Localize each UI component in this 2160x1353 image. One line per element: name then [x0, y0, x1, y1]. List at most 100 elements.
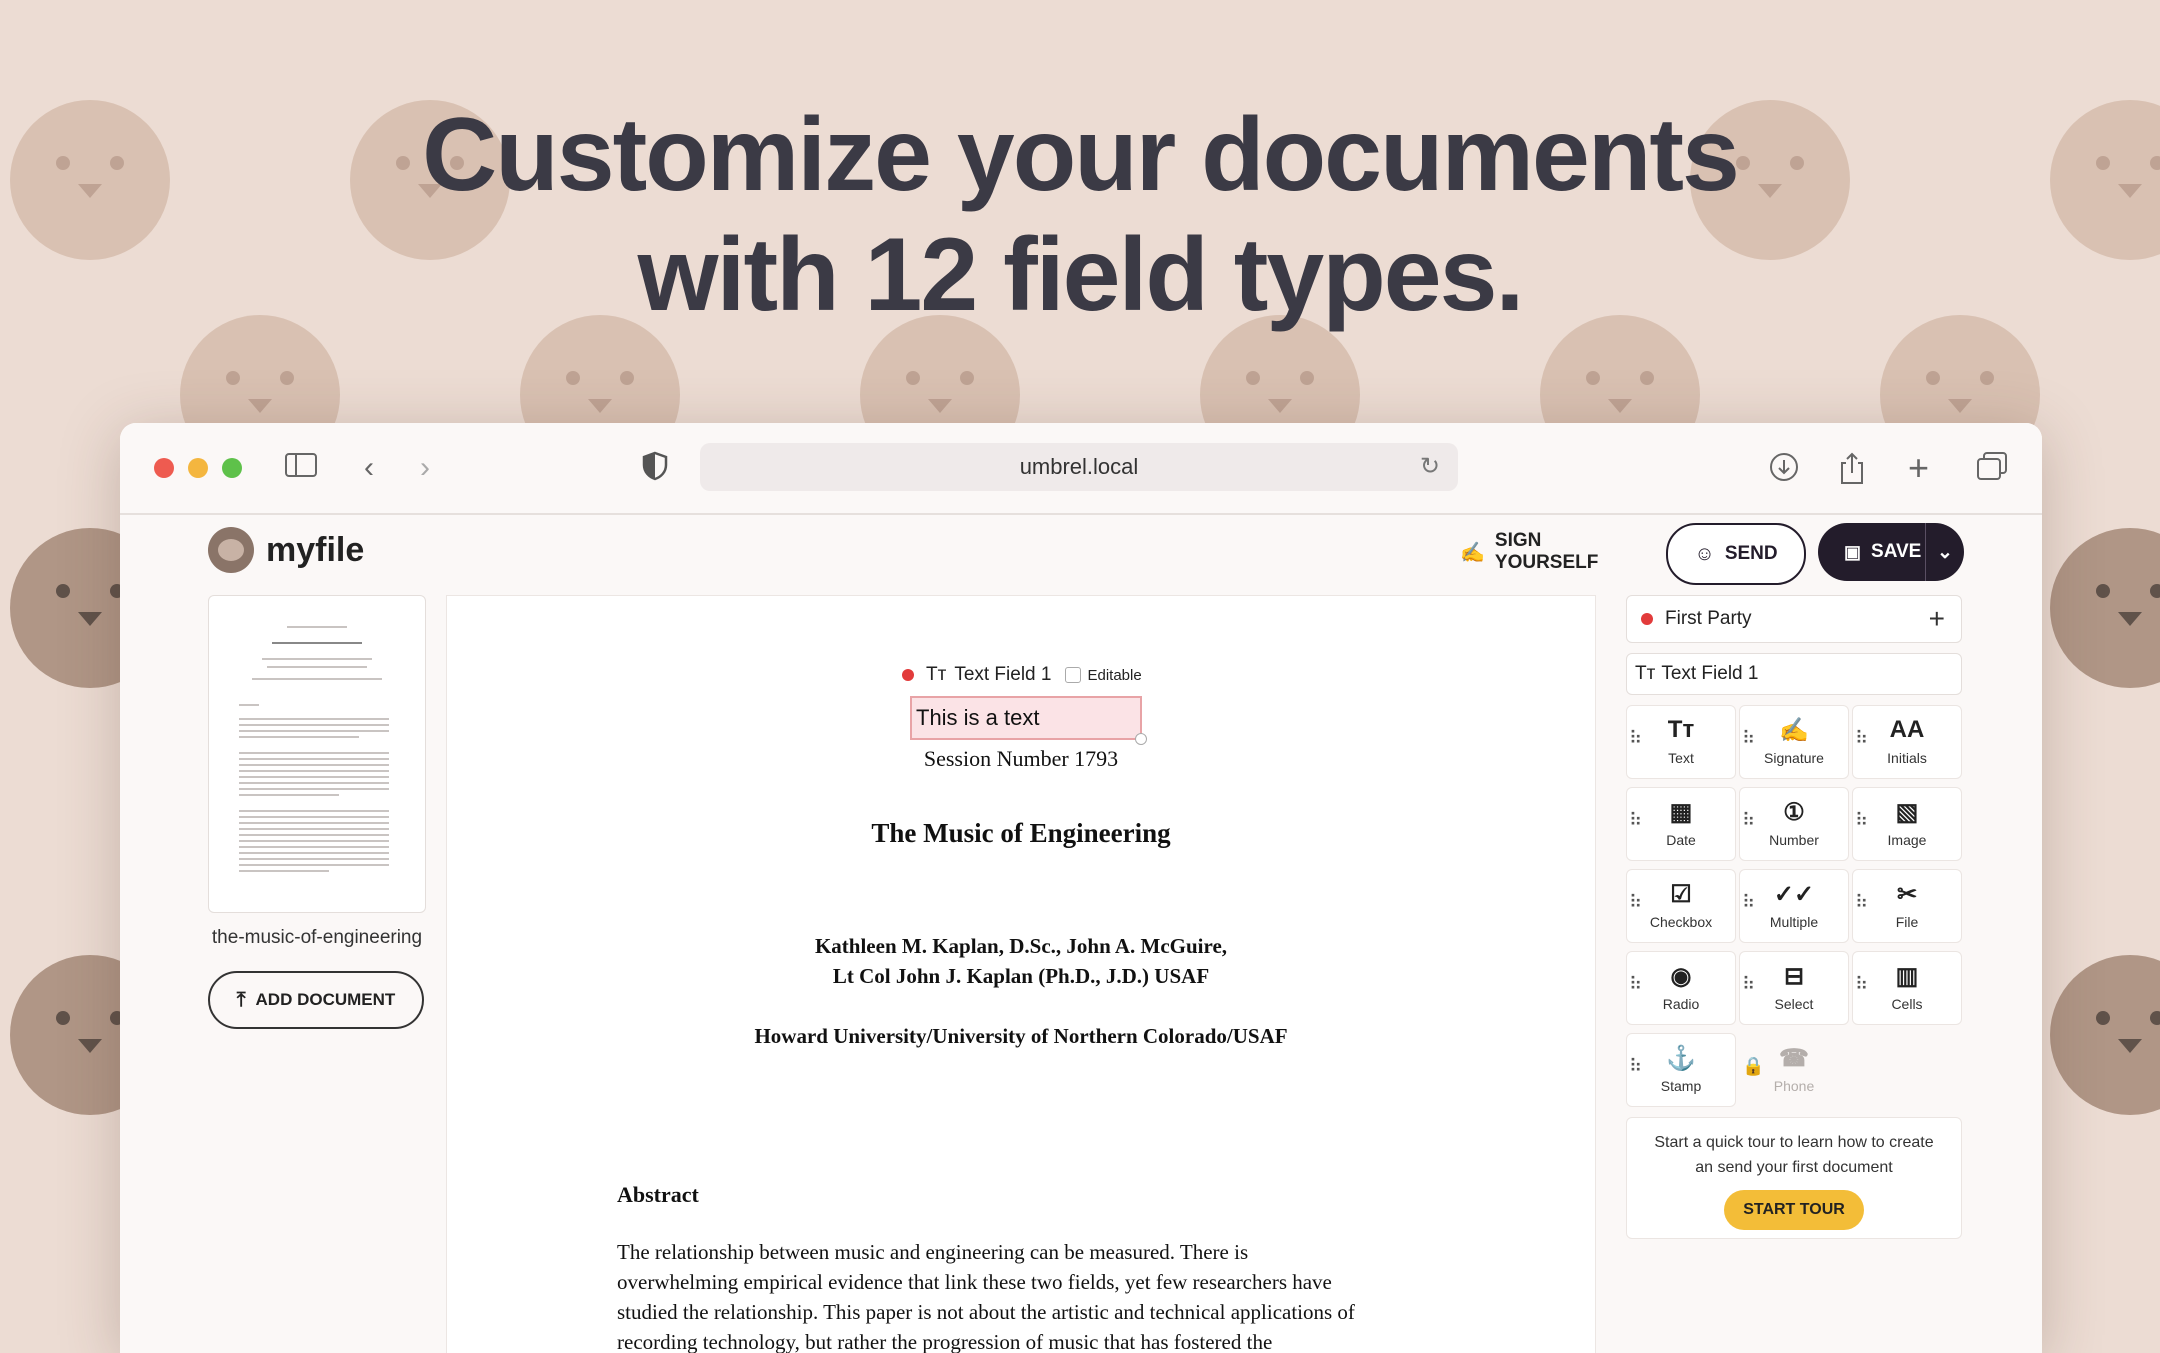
close-window-button[interactable]	[154, 458, 174, 478]
reload-icon[interactable]: ↻	[1420, 443, 1440, 491]
field-image[interactable]: ⠷ ▧ Image	[1852, 787, 1962, 861]
field-initials[interactable]: ⠷ AA Initials	[1852, 705, 1962, 779]
field-select[interactable]: ⠷ ⊟ Select	[1739, 951, 1849, 1025]
fields-sidebar: First Party + Tᴛ Text Field 1 ⠷ Tᴛ Text ⠷ ✍…	[1626, 595, 1962, 1239]
document-canvas[interactable]: Tᴛ Text Field 1 Editable This is a text …	[446, 595, 1596, 1353]
drag-handle-icon[interactable]: ⠷	[1855, 974, 1868, 995]
field-phone: 🔒 ☎ Phone	[1739, 1033, 1849, 1107]
sign-yourself-button[interactable]: ✍ SIGN YOURSELF	[1460, 523, 1640, 581]
tabs-icon[interactable]	[1976, 451, 2008, 489]
drag-handle-icon[interactable]: ⠷	[1742, 728, 1755, 749]
field-types-grid: ⠷ Tᴛ Text ⠷ ✍ Signature ⠷ AA Initials ⠷ ▦ Date ⠷…	[1626, 705, 1962, 1107]
field-file[interactable]: ⠷ ✂ File	[1852, 869, 1962, 943]
drag-handle-icon[interactable]: ⠷	[1629, 1056, 1642, 1077]
stamp-icon: ⚓	[1666, 1045, 1696, 1072]
current-field-name: Text Field 1	[1661, 663, 1759, 684]
editable-checkbox[interactable]	[1065, 667, 1082, 683]
drag-handle-icon[interactable]: ⠷	[1742, 892, 1755, 913]
field-date[interactable]: ⠷ ▦ Date	[1626, 787, 1736, 861]
abstract-line: The relationship between music and engin…	[617, 1240, 1249, 1264]
paperclip-icon: ✂	[1896, 881, 1918, 908]
field-cells[interactable]: ⠷ ▥ Cells	[1852, 951, 1962, 1025]
affiliation: Howard University/University of Northern…	[754, 1024, 1288, 1048]
radio-icon: ◉	[1670, 963, 1692, 990]
checkbox-icon: ☑	[1670, 881, 1692, 908]
add-party-icon[interactable]: +	[1929, 603, 1945, 635]
abstract-line: studied the relationship. This paper is …	[617, 1300, 1355, 1324]
document-thumbnail[interactable]	[208, 595, 426, 913]
drag-handle-icon[interactable]: ⠷	[1629, 810, 1642, 831]
abstract-line: overwhelming empirical evidence that lin…	[617, 1270, 1332, 1294]
field-number[interactable]: ⠷ ① Number	[1739, 787, 1849, 861]
app-logo[interactable]: myfile	[208, 527, 364, 573]
cells-icon: ▥	[1895, 963, 1919, 990]
add-user-icon: ☺	[1694, 542, 1715, 565]
address-bar[interactable]: umbrel.local ↻	[700, 443, 1458, 491]
field-label: Cells	[1891, 996, 1923, 1012]
signature-icon: ✍	[1460, 541, 1485, 564]
field-label: Stamp	[1660, 1078, 1702, 1094]
send-button[interactable]: ☺ SEND	[1666, 523, 1806, 585]
text-field-1[interactable]: This is a text	[910, 696, 1147, 745]
field-label: Phone	[1773, 1078, 1815, 1094]
document-name: the-music-of-engineering	[211, 927, 423, 948]
field-checkbox[interactable]: ⠷ ☑ Checkbox	[1626, 869, 1736, 943]
field-label: Checkbox	[1649, 914, 1713, 930]
add-document-button[interactable]: ⤒ ADD DOCUMENT	[208, 971, 424, 1029]
drag-handle-icon[interactable]: ⠷	[1629, 728, 1642, 749]
sign-yourself-label: SIGN YOURSELF	[1494, 530, 1599, 573]
seal-logo-icon	[208, 527, 254, 573]
browser-toolbar: ‹ › umbrel.local ↻ +	[120, 423, 2042, 515]
abstract-heading: Abstract	[617, 1182, 699, 1207]
back-icon[interactable]: ‹	[364, 451, 374, 485]
seal-decoration	[2050, 528, 2160, 688]
tour-text-2: an send your first document	[1695, 1159, 1893, 1176]
current-field[interactable]: Tᴛ Text Field 1	[1626, 653, 1962, 695]
url-text: umbrel.local	[1019, 454, 1139, 479]
minimize-window-button[interactable]	[188, 458, 208, 478]
drag-handle-icon[interactable]: ⠷	[1742, 974, 1755, 995]
signature-icon: ✍	[1779, 717, 1809, 744]
editable-label: Editable	[1087, 666, 1142, 684]
field-label: Text	[1668, 750, 1694, 766]
field-stamp[interactable]: ⠷ ⚓ Stamp	[1626, 1033, 1736, 1107]
session-number: Session Number 1793	[923, 746, 1119, 771]
number-icon: ①	[1783, 799, 1805, 826]
tour-text-1: Start a quick tour to learn how to creat…	[1654, 1134, 1934, 1151]
start-tour-button[interactable]: START TOUR	[1724, 1190, 1864, 1230]
field-label: Initials	[1887, 750, 1927, 766]
drag-handle-icon[interactable]: ⠷	[1855, 892, 1868, 913]
drag-handle-icon[interactable]: ⠷	[1855, 728, 1868, 749]
authors-line-2: Lt Col John J. Kaplan (Ph.D., J.D.) USAF	[832, 964, 1210, 988]
chevron-down-icon[interactable]: ⌄	[1925, 523, 1964, 581]
field-label: Signature	[1764, 750, 1824, 766]
field-tag[interactable]: Tᴛ Text Field 1 Editable	[902, 664, 1142, 686]
sidebar-icon[interactable]	[284, 451, 318, 487]
field-radio[interactable]: ⠷ ◉ Radio	[1626, 951, 1736, 1025]
shield-icon[interactable]	[642, 451, 668, 489]
zoom-window-button[interactable]	[222, 458, 242, 478]
resize-handle[interactable]	[1135, 733, 1147, 745]
hero-line-2: with 12 field types.	[637, 217, 1525, 333]
drag-handle-icon[interactable]: ⠷	[1629, 892, 1642, 913]
app-root: myfile ✍ SIGN YOURSELF ☺ SEND ▣ SAVE ⌄ t…	[120, 515, 2042, 1353]
download-icon[interactable]	[1768, 451, 1800, 491]
app-name: myfile	[266, 530, 365, 569]
field-signature[interactable]: ⠷ ✍ Signature	[1739, 705, 1849, 779]
field-multiple[interactable]: ⠷ ✓✓ Multiple	[1739, 869, 1849, 943]
field-text[interactable]: ⠷ Tᴛ Text	[1626, 705, 1736, 779]
text-field-icon: Tᴛ	[926, 664, 947, 685]
browser-window: ‹ › umbrel.local ↻ + myfile ✍ SIGN YOURS…	[120, 423, 2042, 1353]
hero-heading: Customize your documents with 12 field t…	[0, 95, 2160, 335]
drag-handle-icon[interactable]: ⠷	[1855, 810, 1868, 831]
forward-icon[interactable]: ›	[420, 451, 430, 485]
party-name: First Party	[1665, 608, 1752, 629]
drag-handle-icon[interactable]: ⠷	[1742, 810, 1755, 831]
hero-line-1: Customize your documents	[422, 97, 1740, 213]
quick-tour-card: Start a quick tour to learn how to creat…	[1626, 1117, 1962, 1239]
new-tab-icon[interactable]: +	[1908, 450, 1929, 486]
drag-handle-icon[interactable]: ⠷	[1629, 974, 1642, 995]
party-selector[interactable]: First Party +	[1626, 595, 1962, 643]
save-button[interactable]: ▣ SAVE ⌄	[1818, 523, 1964, 581]
share-icon[interactable]	[1838, 451, 1866, 493]
